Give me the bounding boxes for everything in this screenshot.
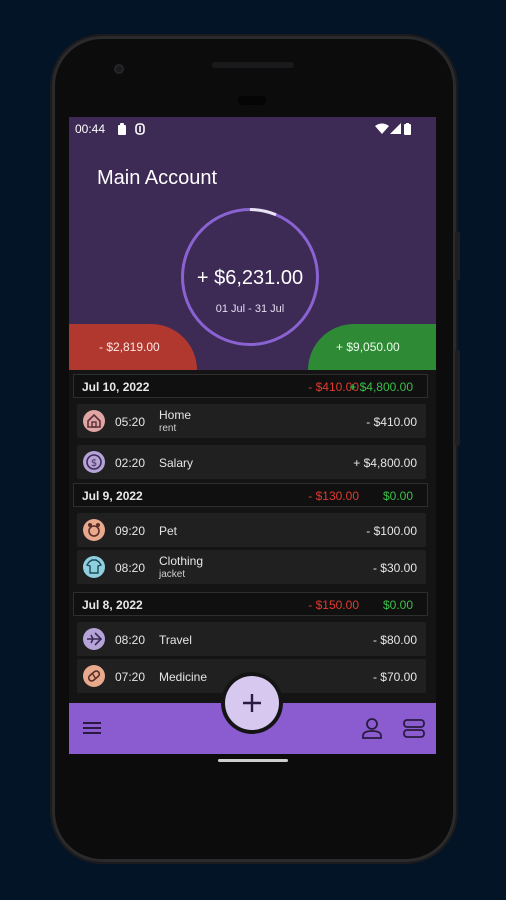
transaction-amount: - $100.00 <box>366 524 417 538</box>
accounts-icon[interactable] <box>403 719 425 739</box>
transaction-category: Home <box>159 408 192 422</box>
total-expense-pill[interactable]: - $2,819.00 <box>69 324 197 370</box>
transaction-row[interactable]: 08:20 Travel - $80.00 <box>77 622 426 656</box>
transaction-category: Clothing <box>159 554 204 568</box>
transaction-category: Travel <box>159 633 192 647</box>
day-date: Jul 10, 2022 <box>82 380 150 394</box>
transaction-amount: - $30.00 <box>372 561 417 575</box>
balance-amount: + $6,231.00 <box>196 267 304 289</box>
medicine-icon <box>83 665 105 687</box>
wifi-icon <box>375 123 389 134</box>
day-expense: - $150.00 <box>308 598 359 612</box>
front-camera <box>114 64 124 74</box>
data-saver-icon <box>135 123 145 135</box>
clothing-icon <box>83 556 105 578</box>
transaction-note: rent <box>159 423 177 434</box>
day-income: $0.00 <box>382 598 413 612</box>
total-income-pill[interactable]: + $9,050.00 <box>308 324 436 370</box>
transaction-time: 02:20 <box>115 456 146 470</box>
transaction-note: jacket <box>159 569 186 580</box>
account-header: 00:44 Main Account + $6,231.00 01 Jul - … <box>69 117 436 370</box>
plus-icon <box>243 694 261 712</box>
power-button <box>455 350 460 446</box>
transaction-time: 09:20 <box>115 524 146 538</box>
transaction-row[interactable]: 05:20 Home rent - $410.00 <box>77 404 426 438</box>
transaction-category: Salary <box>159 456 194 470</box>
transaction-time: 05:20 <box>115 415 146 429</box>
app-screen: 00:44 Main Account + $6,231.00 01 Jul - … <box>69 117 436 754</box>
day-header: Jul 8, 2022 - $150.00 $0.00 <box>73 592 428 616</box>
battery-icon <box>404 123 411 135</box>
account-title: Main Account <box>97 167 218 189</box>
day-income: + $4,800.00 <box>349 380 413 394</box>
home-icon <box>83 410 105 432</box>
transaction-row[interactable]: 09:20 Pet - $100.00 <box>77 513 426 547</box>
volume-button <box>455 232 460 280</box>
transaction-row[interactable]: 08:20 Clothing jacket - $30.00 <box>77 550 426 584</box>
pet-icon <box>83 519 105 541</box>
balance-period: 01 Jul - 31 Jul <box>215 303 285 315</box>
earpiece-speaker <box>212 62 294 68</box>
transaction-amount: + $4,800.00 <box>353 456 417 470</box>
transaction-time: 08:20 <box>115 633 146 647</box>
transaction-category: Pet <box>159 524 178 538</box>
transaction-amount: - $80.00 <box>372 633 417 647</box>
gesture-bar[interactable] <box>218 759 288 762</box>
transaction-time: 08:20 <box>115 561 146 575</box>
svg-text:$: $ <box>91 458 97 469</box>
menu-icon[interactable] <box>83 721 101 735</box>
add-transaction-button[interactable] <box>225 676 279 730</box>
transaction-amount: - $410.00 <box>366 415 417 429</box>
transaction-amount: - $70.00 <box>372 670 417 684</box>
status-bar: 00:44 <box>75 121 430 137</box>
day-header: Jul 9, 2022 - $130.00 $0.00 <box>73 483 428 507</box>
transaction-category: Medicine <box>159 670 208 684</box>
day-date: Jul 8, 2022 <box>82 598 143 612</box>
travel-icon <box>83 628 105 650</box>
day-header: Jul 10, 2022 - $410.00 + $4,800.00 <box>73 374 428 398</box>
transaction-row[interactable]: $ 02:20 Salary + $4,800.00 <box>77 445 426 479</box>
transaction-time: 07:20 <box>115 670 146 684</box>
salary-icon: $ <box>83 451 105 473</box>
user-icon[interactable] <box>361 717 383 739</box>
sensor-slot <box>238 96 266 105</box>
day-expense: - $130.00 <box>308 489 359 503</box>
clipboard-icon <box>118 123 126 135</box>
day-date: Jul 9, 2022 <box>82 489 143 503</box>
status-time: 00:44 <box>75 122 106 136</box>
signal-icon <box>390 123 401 134</box>
day-income: $0.00 <box>382 489 413 503</box>
